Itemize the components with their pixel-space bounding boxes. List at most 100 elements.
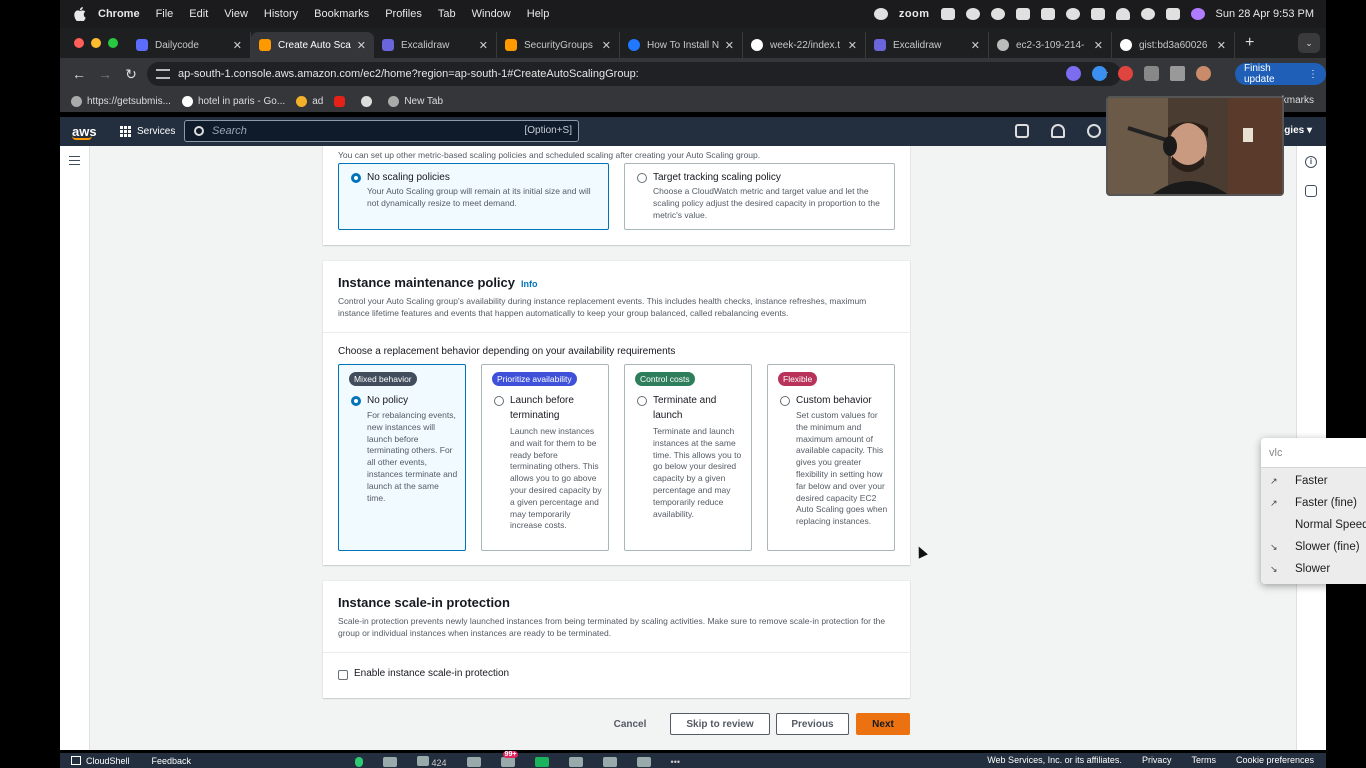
privacy-link[interactable]: Privacy <box>1142 755 1172 765</box>
site-settings-icon[interactable] <box>156 69 170 79</box>
close-tab-icon[interactable]: ✕ <box>848 39 857 52</box>
terminate-and-launch-option[interactable]: Control costs Terminate and launch Termi… <box>624 364 752 551</box>
close-tab-icon[interactable]: ✕ <box>725 39 734 52</box>
vlc-faster-item[interactable]: ↗ Faster <box>1261 473 1366 493</box>
menu-window[interactable]: Window <box>472 8 511 20</box>
services-menu-button[interactable]: Services <box>120 126 175 137</box>
keyboard-icon[interactable] <box>1040 8 1055 20</box>
apple-icon[interactable] <box>74 7 86 21</box>
music-icon[interactable] <box>965 8 980 20</box>
close-tab-icon[interactable]: ✕ <box>1217 39 1226 52</box>
bookmark-item[interactable]: ad <box>296 95 323 107</box>
radio-selected[interactable] <box>351 396 361 406</box>
menu-chrome[interactable]: Chrome <box>98 8 140 20</box>
close-tab-icon[interactable]: ✕ <box>479 39 488 52</box>
tab-search-icon[interactable]: ⌄ <box>1298 33 1320 53</box>
previous-button[interactable]: Previous <box>776 713 849 735</box>
hamburger-menu-icon[interactable] <box>69 156 80 165</box>
menu-view[interactable]: View <box>224 8 248 20</box>
menu-history[interactable]: History <box>264 8 298 20</box>
annotate-pencil-icon[interactable] <box>602 756 617 767</box>
browser-tab[interactable]: ec2-3-109-214- ✕ <box>989 32 1112 58</box>
screen-record-icon[interactable] <box>873 8 888 20</box>
launch-before-terminating-option[interactable]: Prioritize availability Launch before te… <box>481 364 609 551</box>
more-options-icon[interactable]: ••• <box>671 757 680 767</box>
browser-tab[interactable]: Excalidraw ✕ <box>374 32 497 58</box>
target-tracking-option[interactable]: Target tracking scaling policy Choose a … <box>624 163 895 230</box>
wifi-icon[interactable] <box>1115 8 1130 20</box>
close-tab-icon[interactable]: ✕ <box>357 39 366 52</box>
spotlight-search-icon[interactable] <box>1140 8 1155 20</box>
no-policy-option[interactable]: Mixed behavior No policy For rebalancing… <box>338 364 466 551</box>
close-window-button[interactable] <box>74 38 84 48</box>
forward-arrow-icon[interactable]: → <box>98 66 112 82</box>
close-tab-icon[interactable]: ✕ <box>233 39 242 52</box>
browser-tab[interactable]: week-22/index.t ✕ <box>743 32 866 58</box>
menubar-datetime[interactable]: Sun 28 Apr 9:53 PM <box>1216 8 1314 20</box>
terms-link[interactable]: Terms <box>1191 755 1216 765</box>
siri-icon[interactable] <box>1190 8 1205 20</box>
close-tab-icon[interactable]: ✕ <box>1094 39 1103 52</box>
bookmark-item[interactable] <box>334 95 350 107</box>
aws-search-input[interactable]: Search [Option+S] <box>184 120 579 142</box>
chat-notifications-icon[interactable]: 99+ <box>500 750 519 767</box>
no-scaling-policies-option[interactable]: No scaling policies Your Auto Scaling gr… <box>338 163 609 230</box>
finish-update-button[interactable]: Finish update ⋮ <box>1235 63 1326 85</box>
vlc-normal-speed-item[interactable]: Normal Speed <box>1261 517 1366 537</box>
cloudshell-icon[interactable] <box>1015 124 1029 138</box>
browser-tab[interactable]: How To Install N ✕ <box>620 32 743 58</box>
remote-control-icon[interactable] <box>636 756 651 767</box>
more-menu-icon[interactable]: ⋮ <box>1308 69 1318 80</box>
menu-profiles[interactable]: Profiles <box>385 8 422 20</box>
cookie-preferences-link[interactable]: Cookie preferences <box>1236 755 1314 765</box>
vlc-faster-fine-item[interactable]: ↗ Faster (fine) <box>1261 495 1366 515</box>
menu-bookmarks[interactable]: Bookmarks <box>314 8 369 20</box>
radio-unselected[interactable] <box>494 396 504 406</box>
pause-share-icon[interactable] <box>568 756 583 767</box>
participants-button[interactable]: 424 <box>417 755 447 768</box>
aws-logo[interactable]: aws <box>72 124 108 140</box>
custom-behavior-option[interactable]: Flexible Custom behavior Set custom valu… <box>767 364 895 551</box>
settings-hex-icon[interactable] <box>1305 185 1317 197</box>
app-icon[interactable] <box>1015 8 1030 20</box>
feedback-link[interactable]: Feedback <box>152 756 192 766</box>
extension-icon[interactable] <box>1092 66 1107 81</box>
maximize-window-button[interactable] <box>108 38 118 48</box>
new-tab-icon[interactable]: + <box>1245 34 1254 52</box>
menu-edit[interactable]: Edit <box>189 8 208 20</box>
vpn-icon[interactable] <box>990 8 1005 20</box>
chat-icon[interactable] <box>466 756 481 767</box>
skip-to-review-button[interactable]: Skip to review <box>670 713 770 735</box>
scale-in-protection-checkbox[interactable] <box>338 670 348 680</box>
browser-tab[interactable]: gist:bd3a60026 ✕ <box>1112 32 1235 58</box>
notifications-bell-icon[interactable] <box>1051 124 1065 138</box>
info-link[interactable]: Info <box>521 279 538 289</box>
close-tab-icon[interactable]: ✕ <box>971 39 980 52</box>
checkbox-label[interactable]: Enable instance scale-in protection <box>354 668 509 679</box>
info-panel-icon[interactable]: i <box>1305 156 1317 168</box>
browser-tab[interactable]: Excalidraw ✕ <box>866 32 989 58</box>
reload-icon[interactable]: ↻ <box>124 66 138 83</box>
back-arrow-icon[interactable]: ← <box>72 66 86 82</box>
minimize-window-button[interactable] <box>91 38 101 48</box>
weather-icon[interactable] <box>940 8 955 20</box>
zoom-status-label[interactable]: zoom <box>899 8 930 20</box>
radio-unselected[interactable] <box>637 396 647 406</box>
browser-tab[interactable]: SecurityGroups | ✕ <box>497 32 620 58</box>
share-screen-icon[interactable] <box>534 756 549 767</box>
menu-tab[interactable]: Tab <box>438 8 456 20</box>
extension-icon[interactable] <box>1118 66 1133 81</box>
battery-icon[interactable] <box>1090 8 1105 20</box>
vlc-slower-fine-item[interactable]: ↘ Slower (fine) <box>1261 539 1366 559</box>
url-text[interactable]: ap-south-1.console.aws.amazon.com/ec2/ho… <box>178 68 639 80</box>
radio-unselected[interactable] <box>780 396 790 406</box>
browser-tab[interactable]: Dailycode ✕ <box>128 32 251 58</box>
help-icon[interactable] <box>1087 124 1101 138</box>
focus-moon-icon[interactable] <box>1065 8 1080 20</box>
cancel-button[interactable]: Cancel <box>605 713 655 735</box>
radio-selected[interactable] <box>351 173 361 183</box>
video-camera-icon[interactable] <box>383 756 397 767</box>
puzzle-extensions-icon[interactable] <box>1144 66 1159 81</box>
profile-avatar[interactable] <box>1196 66 1211 81</box>
bookmark-item[interactable]: New Tab <box>388 95 443 107</box>
